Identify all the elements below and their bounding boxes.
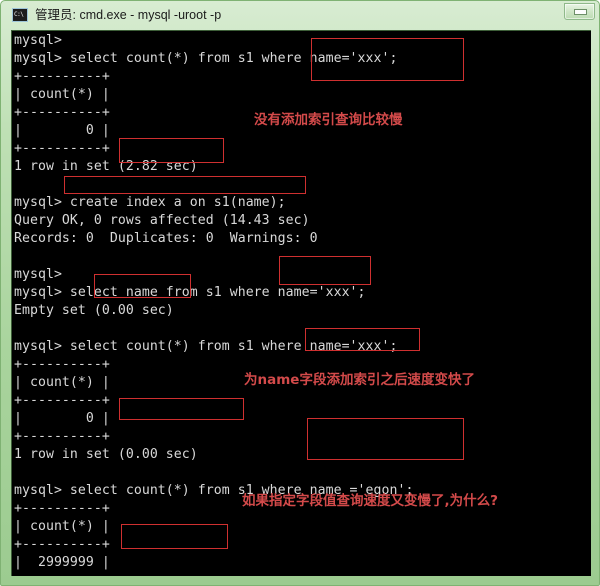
highlight-where-name-egon <box>307 418 464 460</box>
highlight-duration-0-00-empty <box>94 274 191 298</box>
console-window: C:\ 管理员: cmd.exe - mysql -uroot -p mysql… <box>0 0 600 586</box>
highlight-duration-0-00-count <box>119 398 244 420</box>
window-titlebar[interactable]: C:\ 管理员: cmd.exe - mysql -uroot -p <box>1 1 600 29</box>
annotation-value-slow-why: 如果指定字段值查询速度又变慢了,为什么? <box>242 493 498 509</box>
annotation-index-faster: 为name字段添加索引之后速度变快了 <box>244 372 475 388</box>
highlight-where-name-xxx-2 <box>279 256 371 285</box>
highlight-create-index <box>64 176 306 194</box>
highlight-duration-1-87 <box>121 524 228 549</box>
minimize-icon <box>574 9 587 15</box>
highlight-where-name-xxx-1 <box>311 38 464 81</box>
highlight-where-name-xxx-3 <box>305 328 420 351</box>
terminal-output-area[interactable]: mysql> mysql> select count(*) from s1 wh… <box>11 30 591 576</box>
window-title: 管理员: cmd.exe - mysql -uroot -p <box>35 8 222 22</box>
cmd-console-icon: C:\ <box>12 8 28 22</box>
minimize-button[interactable] <box>564 3 595 20</box>
annotation-no-index-slow: 没有添加索引查询比较慢 <box>254 112 403 128</box>
highlight-duration-2-82 <box>119 138 224 163</box>
